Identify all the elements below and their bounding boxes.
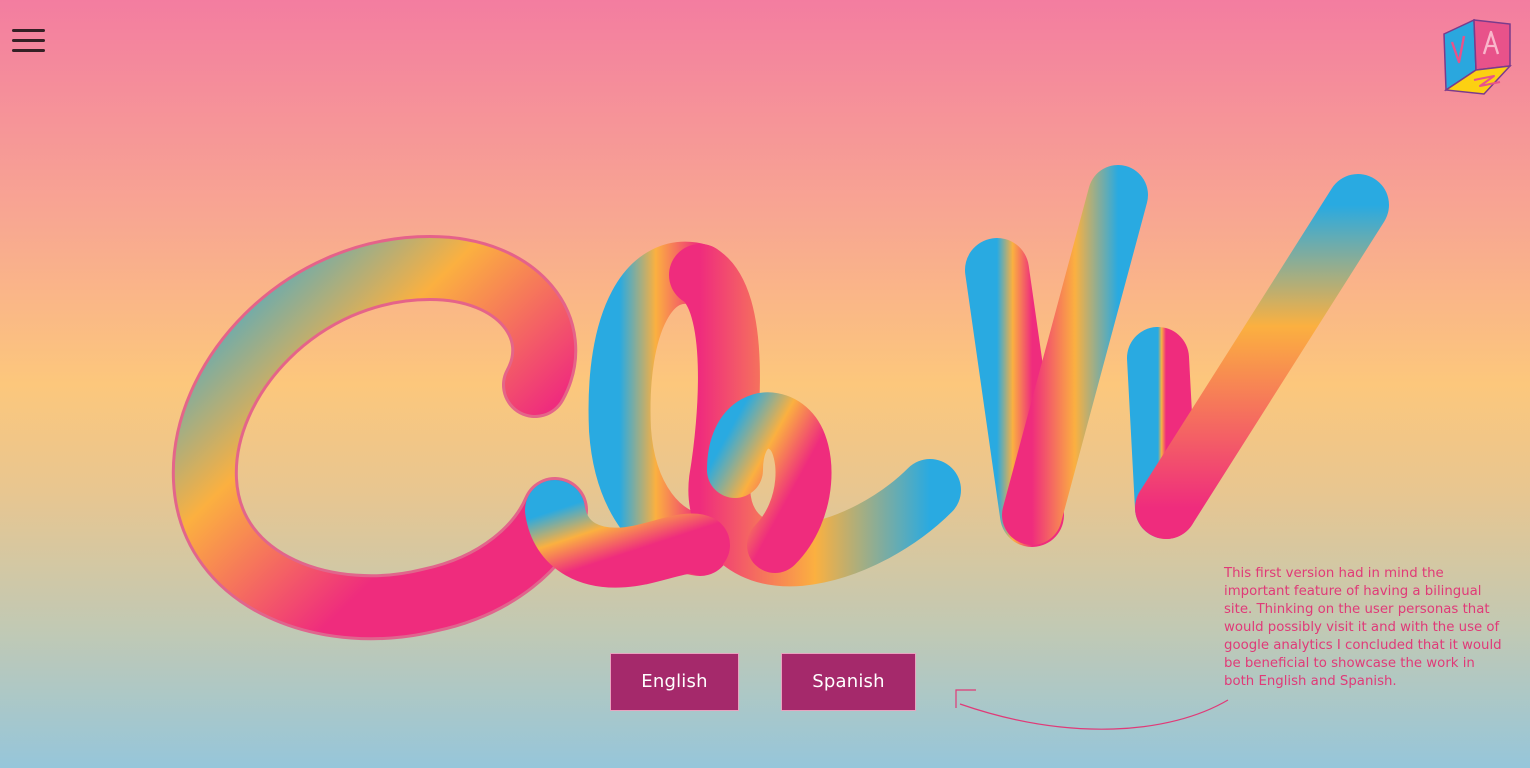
letter-c-shadow bbox=[171, 234, 588, 641]
hamburger-menu-icon[interactable] bbox=[12, 29, 46, 53]
annotation-note: This first version had in mind the impor… bbox=[1224, 566, 1502, 689]
letter-w-inner bbox=[1127, 327, 1197, 539]
letter-c-tail bbox=[525, 480, 730, 588]
letter-b-stem bbox=[588, 241, 731, 576]
english-button[interactable]: English bbox=[610, 653, 739, 711]
letter-w-mid bbox=[1002, 165, 1148, 545]
letter-b-bowl bbox=[669, 244, 961, 587]
va-cube-logo-icon[interactable] bbox=[1440, 14, 1516, 96]
spanish-button[interactable]: Spanish bbox=[781, 653, 916, 711]
menu-bar bbox=[12, 49, 45, 52]
letter-b-loop bbox=[707, 392, 832, 573]
menu-bar bbox=[12, 29, 45, 32]
annotation-arrow-icon bbox=[955, 689, 1229, 730]
menu-bar bbox=[12, 39, 45, 42]
letter-w-right bbox=[1135, 174, 1389, 539]
letter-w-left bbox=[965, 238, 1064, 547]
letter-c bbox=[174, 237, 585, 638]
